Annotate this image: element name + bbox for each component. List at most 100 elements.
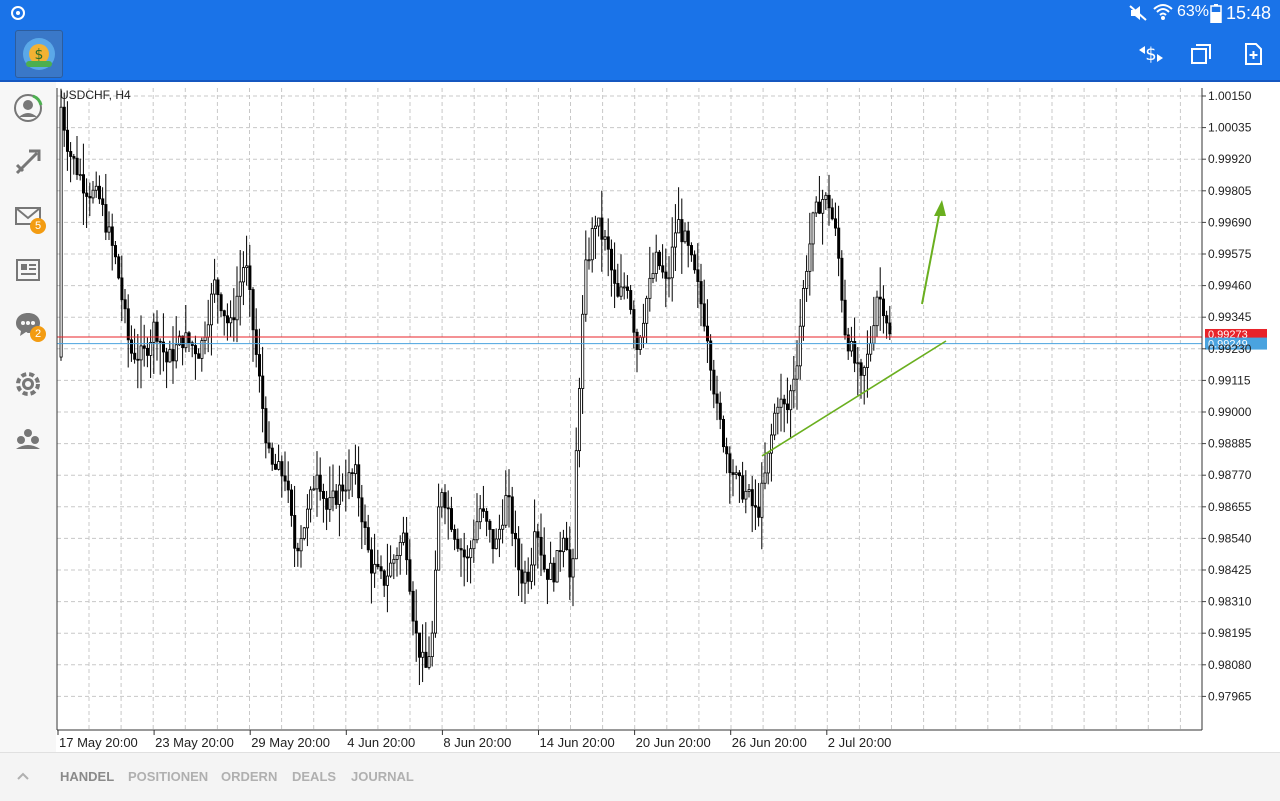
tab-journal[interactable]: JOURNAL: [351, 769, 414, 784]
candle-body: [165, 351, 169, 363]
candle-body: [107, 226, 111, 233]
candle-body: [789, 390, 793, 411]
mute-icon: [1129, 5, 1147, 21]
new-order-button[interactable]: [1238, 39, 1268, 69]
chart-grid: [57, 88, 1202, 730]
svg-text:$: $: [35, 47, 44, 63]
candle-body: [574, 450, 578, 560]
candle-body: [296, 547, 300, 552]
candle-body: [203, 336, 207, 341]
candle-body: [805, 270, 809, 289]
candle-body: [853, 341, 857, 364]
candle-body: [241, 267, 245, 283]
candle-body: [686, 230, 690, 246]
candle-body: [661, 265, 665, 273]
candle-body: [821, 199, 825, 214]
candle-body: [888, 322, 892, 335]
candle-body: [635, 331, 639, 350]
tab-handel[interactable]: HANDEL: [60, 769, 114, 784]
price-label: 0.99115: [1208, 373, 1251, 387]
candle-body: [866, 353, 870, 368]
candle-body: [882, 298, 886, 317]
candle-body: [488, 520, 492, 530]
sidebar-item-community[interactable]: [8, 418, 48, 458]
price-label: 0.98655: [1208, 500, 1252, 514]
candle-body: [834, 218, 838, 229]
candle-body: [94, 185, 98, 191]
candle-body: [616, 282, 620, 297]
candle-body: [181, 335, 185, 349]
metatrader-logo[interactable]: $: [15, 30, 63, 78]
candle-body: [513, 532, 517, 540]
time-label: 20 Jun 20:00: [636, 735, 711, 750]
candle-body: [456, 538, 460, 549]
candle-body: [465, 556, 469, 559]
candle-body: [453, 529, 457, 540]
tab-deals[interactable]: DEALS: [292, 769, 336, 784]
time-label: 29 May 20:00: [251, 735, 330, 750]
chart-area[interactable]: 0.99273 0.99249 1.00150 1.00035 0.99920 0.99…: [56, 82, 1280, 752]
app-bar: $: [0, 26, 1280, 80]
candle-body: [469, 548, 473, 559]
candle-body: [549, 562, 553, 580]
candle-body: [305, 508, 309, 529]
user-drawings: [761, 200, 947, 457]
candle-body: [344, 489, 348, 492]
tab-positionen[interactable]: POSITIONEN: [128, 769, 208, 784]
new-document-icon: [1245, 43, 1262, 65]
sidebar-item-accounts[interactable]: [8, 88, 48, 128]
candle-body: [421, 651, 425, 658]
candle-body: [811, 212, 815, 245]
sidebar-item-news[interactable]: [8, 250, 48, 290]
candle-body: [706, 325, 710, 342]
windows-button[interactable]: [1186, 39, 1216, 69]
candle-body: [366, 527, 370, 551]
candle-body: [446, 507, 450, 510]
candle-body: [373, 563, 377, 574]
sidebar-item-chat[interactable]: 2: [8, 304, 48, 344]
candle-body: [152, 321, 156, 343]
candle-body: [517, 538, 521, 571]
up-arrow-shaft: [921, 209, 941, 305]
candle-body: [347, 472, 351, 491]
sidebar-item-mail[interactable]: 5: [8, 196, 48, 236]
candle-body: [702, 303, 706, 327]
candle-body: [376, 563, 380, 568]
candle-body: [722, 418, 726, 448]
candle-body: [245, 265, 249, 268]
candle-body: [62, 106, 66, 131]
candle-body: [248, 265, 252, 290]
candle-body: [379, 566, 383, 572]
sidebar-item-settings[interactable]: [8, 364, 48, 404]
candle-body: [862, 367, 866, 376]
candle-body: [222, 310, 226, 317]
candle-body: [481, 508, 485, 512]
price-chart[interactable]: 0.992730.99249 1.00150 1.00035 0.99920 0.99…: [56, 82, 1280, 752]
candle-body: [184, 332, 188, 349]
one-click-trading-button[interactable]: $: [1136, 39, 1166, 69]
candle-body: [600, 217, 604, 240]
candle-body: [232, 317, 236, 321]
candle-body: [504, 495, 508, 526]
candle-body: [584, 259, 588, 315]
candle-body: [257, 354, 261, 377]
candle-body: [792, 378, 796, 392]
candle-body: [225, 315, 229, 324]
candle-body: [341, 484, 345, 492]
chevron-up-icon[interactable]: [16, 771, 30, 781]
candle-body: [299, 537, 303, 552]
sidebar-item-trade[interactable]: [8, 142, 48, 182]
news-icon: [16, 259, 40, 281]
candle-body: [123, 299, 127, 310]
candle-body: [837, 227, 841, 259]
candle-body: [91, 189, 95, 199]
candle-body: [712, 369, 716, 395]
tab-ordern[interactable]: ORDERN: [221, 769, 277, 784]
candle-body: [440, 492, 444, 508]
candle-body: [840, 257, 844, 301]
candle-body: [219, 294, 223, 312]
up-arrow-head: [934, 200, 946, 216]
time-label: 14 Jun 20:00: [540, 735, 615, 750]
candle-body: [363, 521, 367, 528]
windows-icon: [1191, 44, 1211, 64]
